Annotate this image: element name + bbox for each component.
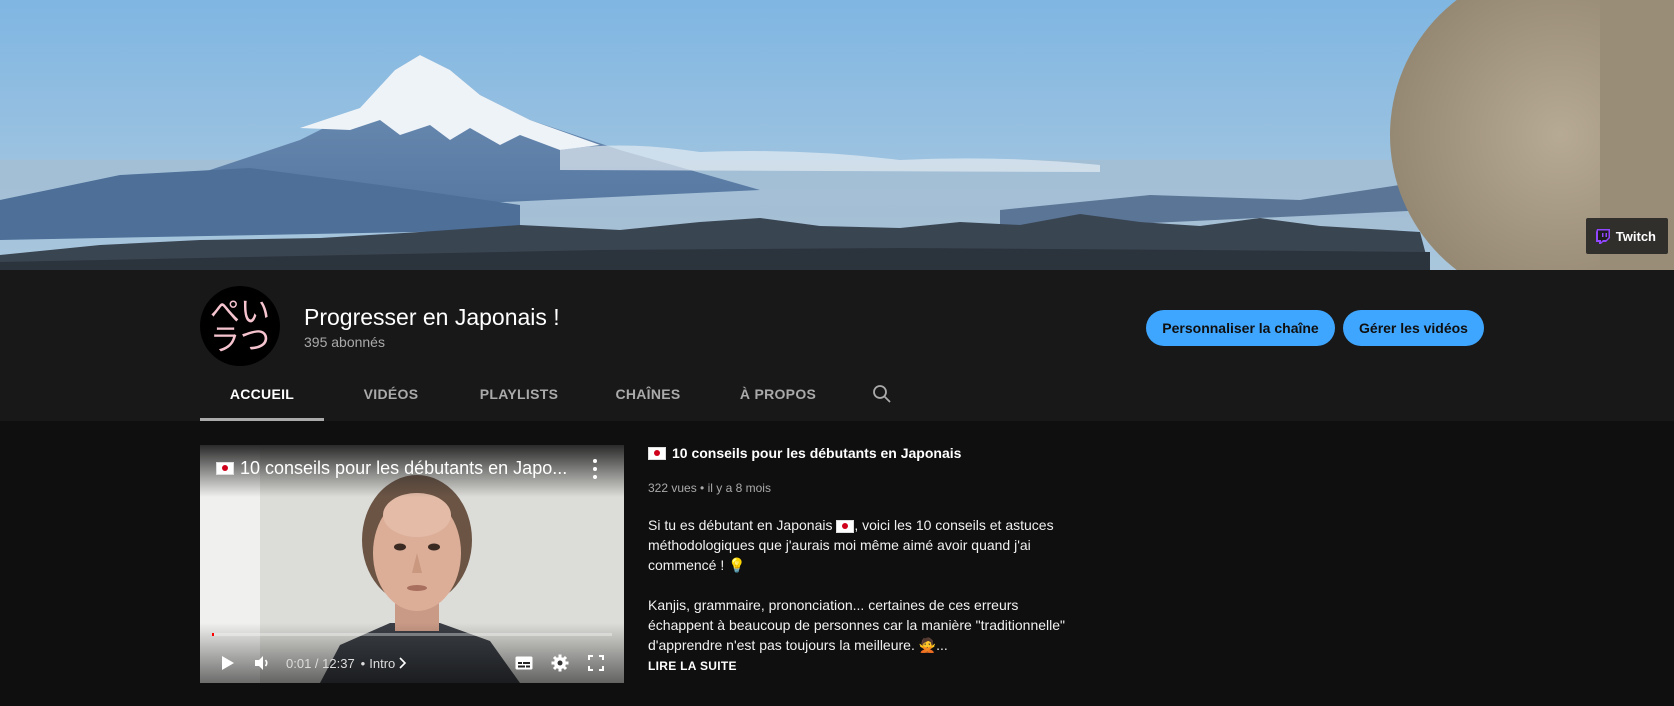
- channel-name: Progresser en Japonais !: [304, 304, 560, 330]
- channel-banner: Twitch: [0, 0, 1674, 270]
- avatar-glyph: ラ: [210, 323, 240, 358]
- player-title-text: 10 conseils pour les débutants en Japo..…: [240, 458, 566, 478]
- chapter-separator: •: [360, 655, 366, 671]
- progress-bar[interactable]: [212, 633, 612, 636]
- subscriber-count: 395 abonnés: [304, 334, 385, 350]
- tab-about[interactable]: À PROPOS: [716, 366, 840, 421]
- banner-image: [0, 0, 1674, 270]
- featured-video-title[interactable]: 10 conseils pour les débutants en Japona…: [648, 445, 1068, 461]
- video-description: Si tu es débutant en Japonais , voici le…: [648, 515, 1068, 655]
- volume-button[interactable]: [248, 655, 278, 671]
- subtitles-icon: [515, 656, 533, 670]
- video-meta: 322 vues • il y a 8 mois: [648, 481, 1068, 495]
- description-part1a: Si tu es débutant en Japonais: [648, 517, 837, 533]
- view-count: 322 vues: [648, 481, 697, 495]
- japan-flag-icon: [836, 519, 855, 533]
- more-options-icon[interactable]: [592, 459, 598, 479]
- chevron-right-icon: [399, 657, 407, 669]
- search-icon: [873, 384, 891, 403]
- japan-flag-icon: [648, 446, 666, 460]
- manage-videos-button[interactable]: Gérer les vidéos: [1343, 310, 1484, 346]
- progress-fill: [212, 633, 215, 636]
- tab-channels[interactable]: CHAÎNES: [580, 366, 716, 421]
- video-player[interactable]: 10 conseils pour les débutants en Japo..…: [200, 445, 624, 683]
- read-more-link[interactable]: LIRE LA SUITE: [648, 659, 1068, 673]
- fullscreen-button[interactable]: [578, 655, 614, 671]
- featured-video-info: 10 conseils pour les débutants en Japona…: [648, 445, 1068, 673]
- chapter-label: Intro: [369, 655, 396, 671]
- twitch-icon: [1595, 228, 1610, 244]
- featured-video-title-text: 10 conseils pour les débutants en Japona…: [672, 445, 962, 461]
- fullscreen-icon: [588, 655, 604, 671]
- tab-playlists[interactable]: PLAYLISTS: [458, 366, 580, 421]
- chapter-button[interactable]: • Intro: [361, 656, 408, 671]
- twitch-link[interactable]: Twitch: [1585, 218, 1668, 254]
- upload-age: il y a 8 mois: [707, 481, 771, 495]
- channel-search-button[interactable]: [860, 366, 904, 421]
- volume-icon: [255, 656, 268, 670]
- play-button[interactable]: [208, 655, 248, 671]
- tab-home[interactable]: ACCUEIL: [200, 366, 324, 421]
- player-title[interactable]: 10 conseils pour les débutants en Japo..…: [216, 458, 566, 479]
- meta-separator: •: [700, 481, 708, 495]
- player-controls: 0:01 / 12:37 • Intro: [200, 643, 624, 683]
- time-display: 0:01 / 12:37: [286, 655, 355, 671]
- subtitles-button[interactable]: [506, 656, 542, 670]
- japan-flag-icon: [216, 462, 234, 475]
- channel-avatar[interactable]: ぺ い ラ つ: [200, 286, 280, 366]
- play-icon: [222, 656, 234, 670]
- featured-section: 10 conseils pour les débutants en Japo..…: [0, 421, 1674, 706]
- avatar-glyph: つ: [240, 323, 270, 358]
- settings-button[interactable]: [542, 654, 578, 672]
- twitch-link-label: Twitch: [1615, 228, 1656, 244]
- gear-icon: [551, 654, 569, 672]
- channel-header: ぺ い ラ つ Progresser en Japonais ! 395 abo…: [0, 270, 1674, 421]
- customize-channel-button[interactable]: Personnaliser la chaîne: [1146, 310, 1335, 346]
- tab-videos[interactable]: VIDÉOS: [324, 366, 458, 421]
- description-part2: Kanjis, grammaire, prononciation... cert…: [648, 597, 1065, 653]
- channel-tabs: ACCUEIL VIDÉOS PLAYLISTS CHAÎNES À PROPO…: [200, 366, 904, 421]
